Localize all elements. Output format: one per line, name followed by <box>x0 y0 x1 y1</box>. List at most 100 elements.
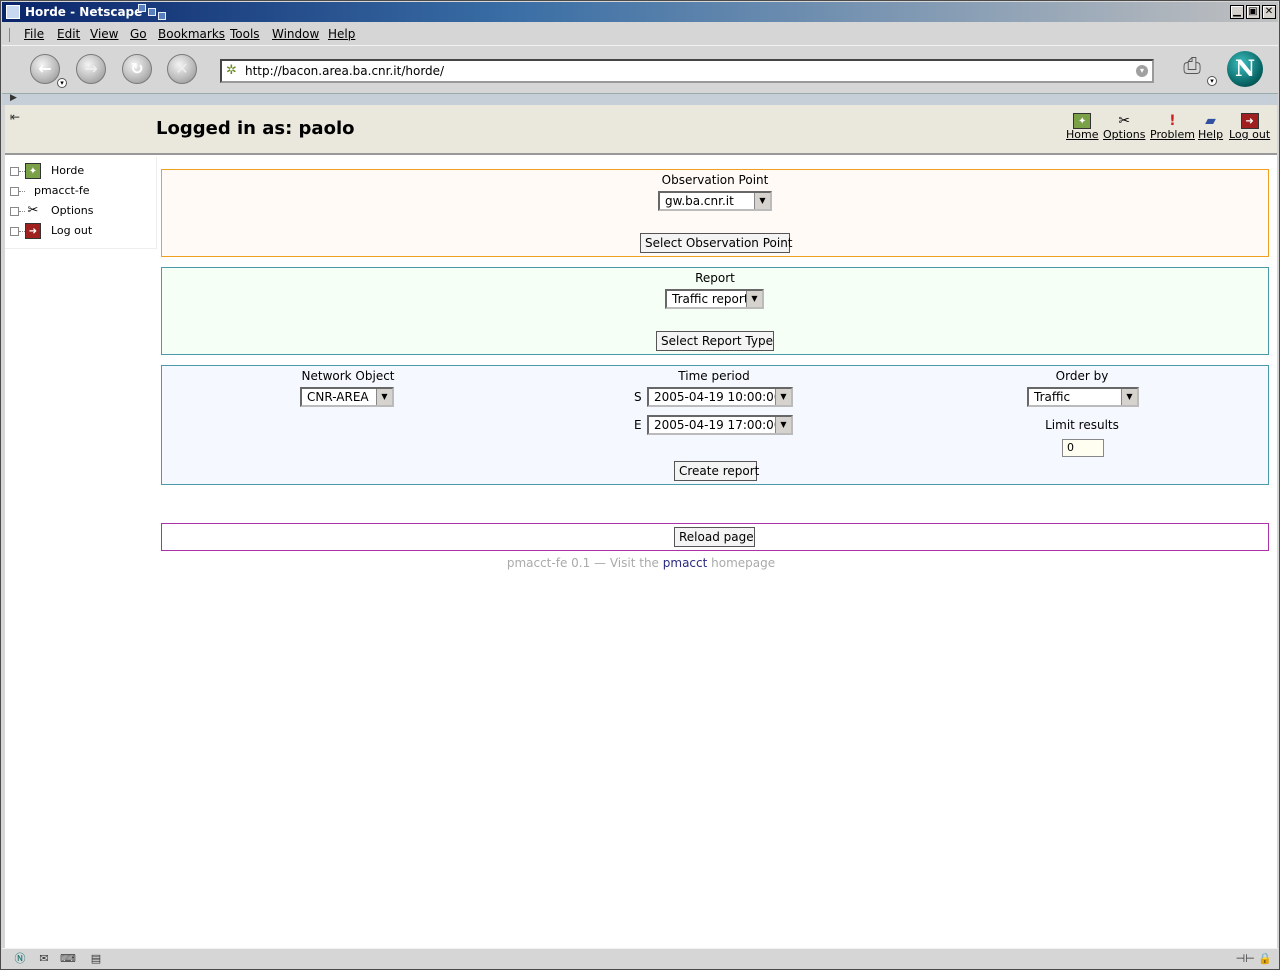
menu-bookmarks[interactable]: Bookmarks <box>158 26 225 42</box>
menu-help[interactable]: Help <box>328 26 355 42</box>
observation-point-panel: Observation Point gw.ba.cnr.it ▼ Select … <box>161 169 1269 257</box>
netscape-logo[interactable]: N <box>1227 51 1263 87</box>
minimize-button[interactable]: ▁ <box>1230 5 1244 19</box>
mail-icon[interactable]: ✉ <box>36 952 52 966</box>
menu-window[interactable]: Window <box>272 26 319 42</box>
maximize-button[interactable]: ▣ <box>1246 5 1260 19</box>
page-content: ⇤ Logged in as: paolo ✦ Home ✂ Options !… <box>5 105 1277 948</box>
time-period-label: Time period <box>678 369 750 383</box>
sidebar-item-logout[interactable]: ➜ Log out <box>10 222 155 240</box>
horde-header: ⇤ Logged in as: paolo ✦ Home ✂ Options !… <box>5 105 1277 155</box>
select-report-type-button[interactable]: Select Report Type <box>656 331 774 351</box>
stop-button[interactable]: ✕ <box>167 54 197 84</box>
tree-node-box <box>10 187 19 196</box>
url-history-dropdown-icon[interactable]: ▾ <box>1136 65 1148 77</box>
tab-strip: ▶ <box>2 93 1278 105</box>
chevron-down-icon: ▼ <box>754 193 770 209</box>
logout-door-icon: ➜ <box>1240 113 1259 129</box>
select-observation-point-button[interactable]: Select Observation Point <box>640 233 793 253</box>
sidebar-tree: ✦ Horde pmacct-fe ✂ Options ➜ Log out <box>5 157 157 249</box>
report-type-select[interactable]: Traffic report ▼ <box>665 289 764 309</box>
menu-edit[interactable]: Edit <box>57 26 80 42</box>
end-time-select[interactable]: 2005-04-19 17:00:00 ▼ <box>647 415 793 435</box>
menu-file[interactable]: File <box>24 26 44 42</box>
forward-button[interactable]: → <box>76 54 106 84</box>
print-dropdown-icon[interactable]: ▾ <box>1207 76 1217 86</box>
options-tools-icon: ✂ <box>1118 113 1131 129</box>
url-text[interactable]: http://bacon.area.ba.cnr.it/horde/ <box>245 64 444 78</box>
reload-page-button[interactable]: Reload page <box>674 527 755 547</box>
connection-status-icon: ⊣⊢ 🔒 <box>1235 952 1272 965</box>
start-time-prefix: S <box>634 390 642 404</box>
tree-line <box>19 191 25 192</box>
help-book-icon: ▰ <box>1205 113 1216 129</box>
title-decoration-icon <box>138 4 172 22</box>
address-book-icon[interactable]: ▤ <box>88 952 104 966</box>
footer-prefix: pmacct-fe 0.1 — Visit the <box>506 556 659 570</box>
url-bar[interactable]: ✲ http://bacon.area.ba.cnr.it/horde/ ▾ <box>220 59 1154 83</box>
header-options-link[interactable]: ✂ Options <box>1103 113 1145 141</box>
observation-point-select[interactable]: gw.ba.cnr.it ▼ <box>658 191 772 211</box>
header-home-link[interactable]: ✦ Home <box>1066 113 1098 141</box>
logged-in-label: Logged in as: paolo <box>156 118 355 139</box>
home-icon: ✦ <box>1073 113 1092 129</box>
report-label: Report <box>695 271 735 285</box>
end-time-value: 2005-04-19 17:00:00 <box>654 418 782 432</box>
report-panel: Report Traffic report ▼ Select Report Ty… <box>161 267 1269 355</box>
chevron-down-icon: ▼ <box>746 291 762 307</box>
sidebar-item-horde[interactable]: ✦ Horde <box>10 162 155 180</box>
order-by-select[interactable]: Traffic ▼ <box>1027 387 1139 407</box>
menu-view[interactable]: View <box>90 26 118 42</box>
limit-results-label: Limit results <box>1045 418 1119 432</box>
observation-point-label: Observation Point <box>661 173 769 187</box>
header-problem-link[interactable]: ! Problem <box>1150 113 1195 141</box>
sidebar-item-options[interactable]: ✂ Options <box>10 202 155 220</box>
header-logout-link[interactable]: ➜ Log out <box>1229 113 1270 141</box>
menu-grip-icon[interactable] <box>9 28 15 42</box>
start-time-select[interactable]: 2005-04-19 10:00:00 ▼ <box>647 387 793 407</box>
tab-expand-icon[interactable]: ▶ <box>10 93 17 103</box>
menu-go[interactable]: Go <box>130 26 147 42</box>
limit-results-input[interactable]: 0 <box>1062 439 1104 457</box>
options-tools-icon: ✂ <box>27 203 39 218</box>
back-history-dropdown-icon[interactable]: ▾ <box>57 78 67 88</box>
header-help-link[interactable]: ▰ Help <box>1198 113 1223 141</box>
browser-window: Horde - Netscape ▁ ▣ ✕ File Edit View Go… <box>0 0 1280 970</box>
header-help-label: Help <box>1198 128 1224 141</box>
chevron-down-icon: ▼ <box>1121 389 1137 405</box>
tree-node-box <box>10 207 19 216</box>
tree-node-box <box>10 227 19 236</box>
observation-point-value: gw.ba.cnr.it <box>665 194 734 208</box>
chevron-down-icon: ▼ <box>376 389 392 405</box>
header-options-label: Options <box>1103 128 1146 141</box>
window-menu-icon[interactable] <box>6 5 20 19</box>
close-button[interactable]: ✕ <box>1262 5 1276 19</box>
site-gear-icon: ✲ <box>226 63 237 78</box>
print-icon[interactable]: ⎙ <box>1177 53 1207 81</box>
sidebar-item-label: Log out <box>51 224 93 237</box>
network-object-select[interactable]: CNR-AREA ▼ <box>300 387 394 407</box>
status-bar: Ⓝ ✉ ⌨ ▤ ⊣⊢ 🔒 <box>2 948 1278 968</box>
sidebar-item-pmacct-fe[interactable]: pmacct-fe <box>10 182 155 200</box>
composer-icon[interactable]: ⌨ <box>60 952 76 966</box>
start-time-value: 2005-04-19 10:00:00 <box>654 390 782 404</box>
end-time-prefix: E <box>634 418 642 432</box>
sidebar-collapse-icon[interactable]: ⇤ <box>10 110 20 124</box>
sidebar-item-label: pmacct-fe <box>34 184 90 197</box>
title-bar: Horde - Netscape ▁ ▣ ✕ <box>2 2 1278 22</box>
chevron-down-icon: ▼ <box>775 417 791 433</box>
navigation-toolbar: ← ▾ → ↻ ✕ ✲ http://bacon.area.ba.cnr.it/… <box>2 45 1278 93</box>
order-by-label: Order by <box>1055 369 1109 383</box>
reload-button[interactable]: ↻ <box>122 54 152 84</box>
window-title: Horde - Netscape <box>25 5 143 19</box>
sidebar-item-label: Horde <box>51 164 85 177</box>
network-object-value: CNR-AREA <box>307 390 369 404</box>
menu-tools[interactable]: Tools <box>230 26 260 42</box>
footer-credits: pmacct-fe 0.1 — Visit the pmacct homepag… <box>5 555 1277 571</box>
pmacct-homepage-link[interactable]: pmacct <box>663 556 708 570</box>
navigator-icon[interactable]: Ⓝ <box>12 952 28 966</box>
network-object-label: Network Object <box>301 369 395 383</box>
create-report-button[interactable]: Create report <box>674 461 759 481</box>
header-problem-label: Problem <box>1150 128 1195 141</box>
back-button[interactable]: ← <box>30 54 60 84</box>
